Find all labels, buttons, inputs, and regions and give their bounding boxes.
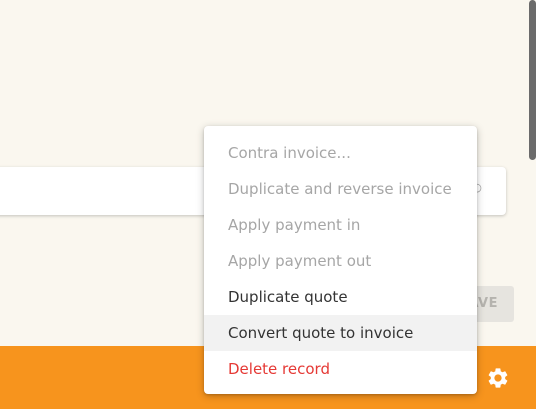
menu-item-duplicate-quote[interactable]: Duplicate quote xyxy=(204,279,477,315)
menu-item-convert-quote-to-invoice[interactable]: Convert quote to invoice xyxy=(204,315,477,351)
vertical-scrollbar[interactable] xyxy=(529,0,536,160)
page: ○ SAVE Contra invoice... Duplicate and r… xyxy=(0,0,536,409)
menu-item-duplicate-reverse-invoice: Duplicate and reverse invoice xyxy=(228,180,452,198)
context-menu: Contra invoice... Duplicate and reverse … xyxy=(204,126,477,394)
menu-item-contra-invoice: Contra invoice... xyxy=(228,144,351,162)
menu-item-apply-payment-out: Apply payment out xyxy=(228,252,372,270)
gear-icon[interactable] xyxy=(486,366,510,390)
menu-item-delete-record[interactable]: Delete record xyxy=(204,351,477,387)
menu-item-apply-payment-in: Apply payment in xyxy=(228,216,361,234)
